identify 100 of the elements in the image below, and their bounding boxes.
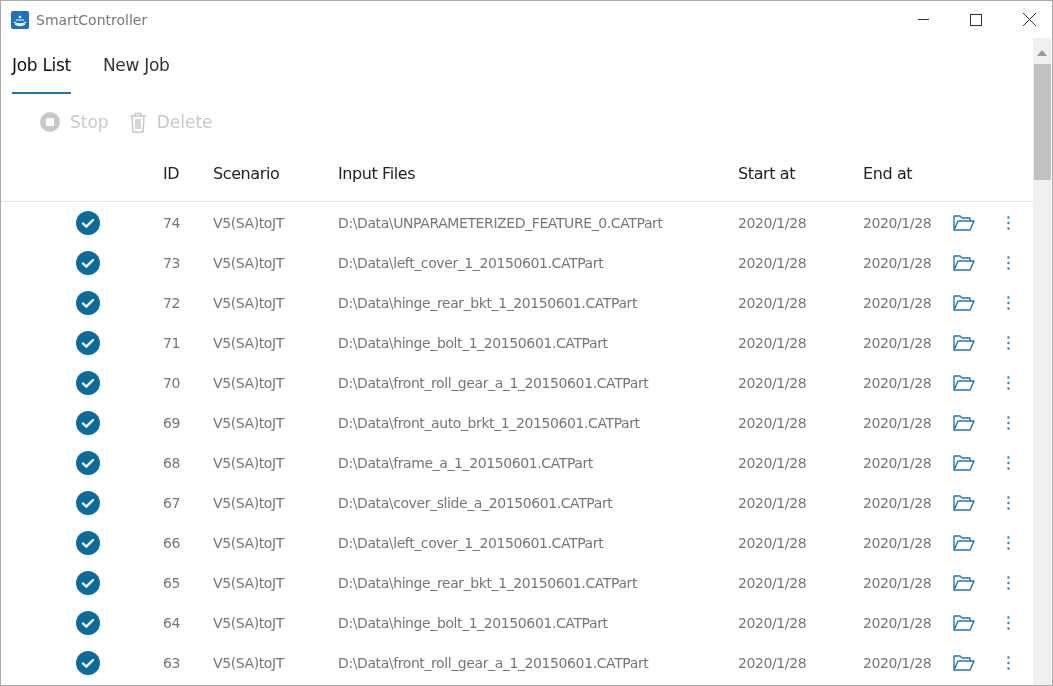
table-cell-text: 74 [163, 215, 181, 231]
maximize-icon [970, 13, 982, 26]
column-header: Input Files [338, 164, 417, 183]
table-cell-text: 2020/1/28 [863, 215, 933, 231]
folder-icon[interactable] [953, 334, 975, 352]
more-options-icon[interactable] [1007, 376, 1010, 390]
folder-icon[interactable] [953, 494, 975, 512]
table-cell-text: V5(SA)toJT [213, 215, 286, 231]
table-cell-text: V5(SA)toJT [213, 295, 286, 311]
table-cell-text: 63 [163, 655, 181, 671]
table-cell-text: 2020/1/28 [738, 535, 808, 551]
table-cell-text: 66 [163, 535, 181, 551]
table-cell-text: V5(SA)toJT [213, 375, 286, 391]
more-options-icon[interactable] [1007, 416, 1010, 430]
table-cell-text: 2020/1/28 [738, 615, 808, 631]
folder-icon[interactable] [953, 254, 975, 272]
more-options-icon[interactable] [1007, 616, 1010, 630]
table-cell-text: D:\Data\hinge_bolt_1_20150601.CATPart [338, 615, 609, 631]
table-cell-text: V5(SA)toJT [213, 455, 286, 471]
table-cell-text: D:\Data\cover_slide_a_20150601.CATPart [338, 495, 614, 511]
table-cell-text: D:\Data\left_cover_1_20150601.CATPart [338, 535, 605, 551]
more-options-icon[interactable] [1007, 456, 1010, 470]
scrollbar-thumb[interactable] [1033, 64, 1051, 180]
table-cell-text: 2020/1/28 [863, 535, 933, 551]
table-cell-text: V5(SA)toJT [213, 575, 286, 591]
check-circle-icon [76, 411, 100, 435]
more-options-icon[interactable] [1007, 656, 1010, 670]
more-options-icon[interactable] [1007, 576, 1010, 590]
check-circle-icon [76, 651, 100, 675]
table-cell-text: D:\Data\front_roll_gear_a_1_20150601.CATPart [338, 375, 650, 391]
table-cell-text: V5(SA)toJT [213, 335, 286, 351]
more-options-icon[interactable] [1007, 216, 1010, 230]
check-circle-icon [76, 611, 100, 635]
check-circle-icon [76, 331, 100, 355]
table-cell-text: D:\Data\left_cover_1_20150601.CATPart [338, 255, 605, 271]
table-cell-text: D:\Data\hinge_bolt_1_20150601.CATPart [338, 335, 609, 351]
table-cell-text: 2020/1/28 [863, 375, 933, 391]
column-header: Start at [738, 164, 797, 183]
table-cell-text: 69 [163, 415, 181, 431]
table-cell-text: 2020/1/28 [863, 615, 933, 631]
table-cell-text: D:\Data\frame_a_1_20150601.CATPart [338, 455, 594, 471]
folder-icon[interactable] [953, 214, 975, 232]
table-cell-text: 2020/1/28 [738, 655, 808, 671]
check-circle-icon [76, 251, 100, 275]
check-circle-icon [76, 531, 100, 555]
trash-icon [128, 111, 147, 133]
table-cell-text: D:\Data\front_auto_brkt_1_20150601.CATPart [338, 415, 641, 431]
scrollbar[interactable] [1033, 38, 1051, 685]
folder-icon[interactable] [953, 574, 975, 592]
table-cell-text: 2020/1/28 [863, 415, 933, 431]
folder-icon[interactable] [953, 374, 975, 392]
table-cell-text: 2020/1/28 [863, 255, 933, 271]
table-cell-text: V5(SA)toJT [213, 255, 286, 271]
check-circle-icon [76, 291, 100, 315]
table-cell-text: 2020/1/28 [863, 455, 933, 471]
table-cell-text: 67 [163, 495, 181, 511]
column-header: End at [863, 164, 914, 183]
table-cell-text: 71 [163, 335, 181, 351]
folder-icon[interactable] [953, 614, 975, 632]
table-cell-text: 70 [163, 375, 181, 391]
folder-icon[interactable] [953, 294, 975, 312]
scroll-up-icon[interactable] [1037, 50, 1047, 56]
more-options-icon[interactable] [1007, 536, 1010, 550]
table-cell-text: 64 [163, 615, 181, 631]
table-cell-text: V5(SA)toJT [213, 495, 286, 511]
check-circle-icon [76, 211, 100, 235]
tab[interactable]: New Job [102, 38, 170, 94]
more-options-icon[interactable] [1007, 296, 1010, 310]
table-cell-text: 2020/1/28 [738, 215, 808, 231]
check-circle-icon [76, 451, 100, 475]
check-circle-icon [76, 371, 100, 395]
check-circle-icon [76, 491, 100, 515]
table-cell-text: 65 [163, 575, 181, 591]
column-header: ID [163, 164, 181, 183]
table-cell-text: D:\Data\UNPARAMETERIZED_FEATURE_0.CATPart [338, 215, 664, 231]
table-cell-text: 2020/1/28 [738, 415, 808, 431]
table-cell-text: 72 [163, 295, 181, 311]
window-title: SmartController [36, 11, 148, 28]
more-options-icon[interactable] [1007, 256, 1010, 270]
table-cell-text: V5(SA)toJT [213, 535, 286, 551]
table-cell-text: 2020/1/28 [738, 335, 808, 351]
close-icon [1022, 13, 1036, 26]
folder-icon[interactable] [953, 654, 975, 672]
table-cell-text: 2020/1/28 [738, 295, 808, 311]
tab[interactable]: Job List [12, 38, 71, 94]
folder-icon[interactable] [953, 454, 975, 472]
folder-icon[interactable] [953, 414, 975, 432]
column-header: Scenario [213, 164, 281, 183]
minimize-icon [917, 19, 929, 20]
table-cell-text: 2020/1/28 [738, 575, 808, 591]
folder-icon[interactable] [953, 534, 975, 552]
table-cell-text: 2020/1/28 [863, 295, 933, 311]
more-options-icon[interactable] [1007, 496, 1010, 510]
table-cell-text: 2020/1/28 [863, 335, 933, 351]
check-circle-icon [76, 571, 100, 595]
table-cell-text: 2020/1/28 [863, 575, 933, 591]
more-options-icon[interactable] [1007, 336, 1010, 350]
table-cell-text: V5(SA)toJT [213, 415, 286, 431]
table-cell-text: 2020/1/28 [738, 495, 808, 511]
table-cell-text: 2020/1/28 [863, 655, 933, 671]
